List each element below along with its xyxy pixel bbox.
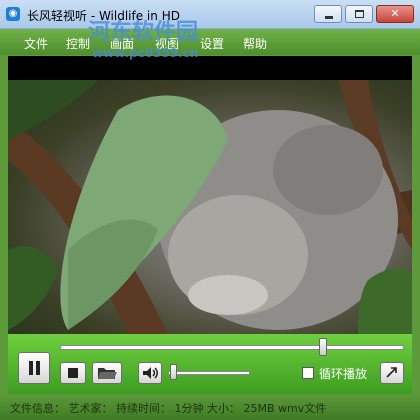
video-frame[interactable] xyxy=(8,80,412,334)
video-letterbox xyxy=(8,56,412,80)
expand-button[interactable] xyxy=(380,362,404,384)
speaker-icon xyxy=(143,367,158,379)
playback-controls: 循环播放 xyxy=(8,334,412,394)
pause-icon xyxy=(29,361,33,375)
minimize-icon xyxy=(325,16,333,19)
maximize-icon xyxy=(355,10,364,18)
progress-thumb[interactable] xyxy=(318,338,327,356)
menu-help[interactable]: 帮助 xyxy=(243,35,267,52)
watermark-title: 河东软件园 xyxy=(88,20,199,45)
maximize-button[interactable] xyxy=(345,5,373,23)
stop-icon xyxy=(68,368,78,378)
menu-bar: 文件 控制 画面 视图 设置 帮助 xyxy=(0,29,420,55)
status-bar: 文件信息： 艺术家： 持续时间： 1分钟 大小： 25MB wmv文件 xyxy=(0,394,420,420)
close-button[interactable]: ✕ xyxy=(376,5,414,23)
volume-thumb[interactable] xyxy=(170,364,178,380)
menu-settings[interactable]: 设置 xyxy=(200,35,224,52)
expand-arrow-icon xyxy=(386,367,397,378)
loop-label: 循环播放 xyxy=(319,367,368,381)
menu-file[interactable]: 文件 xyxy=(24,35,48,52)
loop-checkbox[interactable] xyxy=(302,367,314,379)
video-image xyxy=(8,80,412,334)
progress-track[interactable] xyxy=(60,345,404,350)
open-file-button[interactable] xyxy=(92,362,122,384)
volume-button[interactable] xyxy=(138,362,162,384)
menu-control[interactable]: 控制 xyxy=(66,35,90,52)
pause-icon xyxy=(36,361,40,375)
volume-track[interactable] xyxy=(168,371,250,375)
watermark-url: www.pc0359.cn xyxy=(92,46,199,60)
file-info-text: 文件信息： 艺术家： 持续时间： 1分钟 大小： 25MB wmv文件 xyxy=(10,402,327,415)
title-bar: ◉ 长风轻视听 - Wildlife in HD ✕ xyxy=(0,0,420,29)
open-folder-icon xyxy=(98,368,117,379)
pause-button[interactable] xyxy=(18,352,50,384)
minimize-button[interactable] xyxy=(314,5,342,23)
stop-button[interactable] xyxy=(60,362,86,384)
close-icon: ✕ xyxy=(390,7,400,20)
app-logo-icon: ◉ xyxy=(6,7,20,21)
